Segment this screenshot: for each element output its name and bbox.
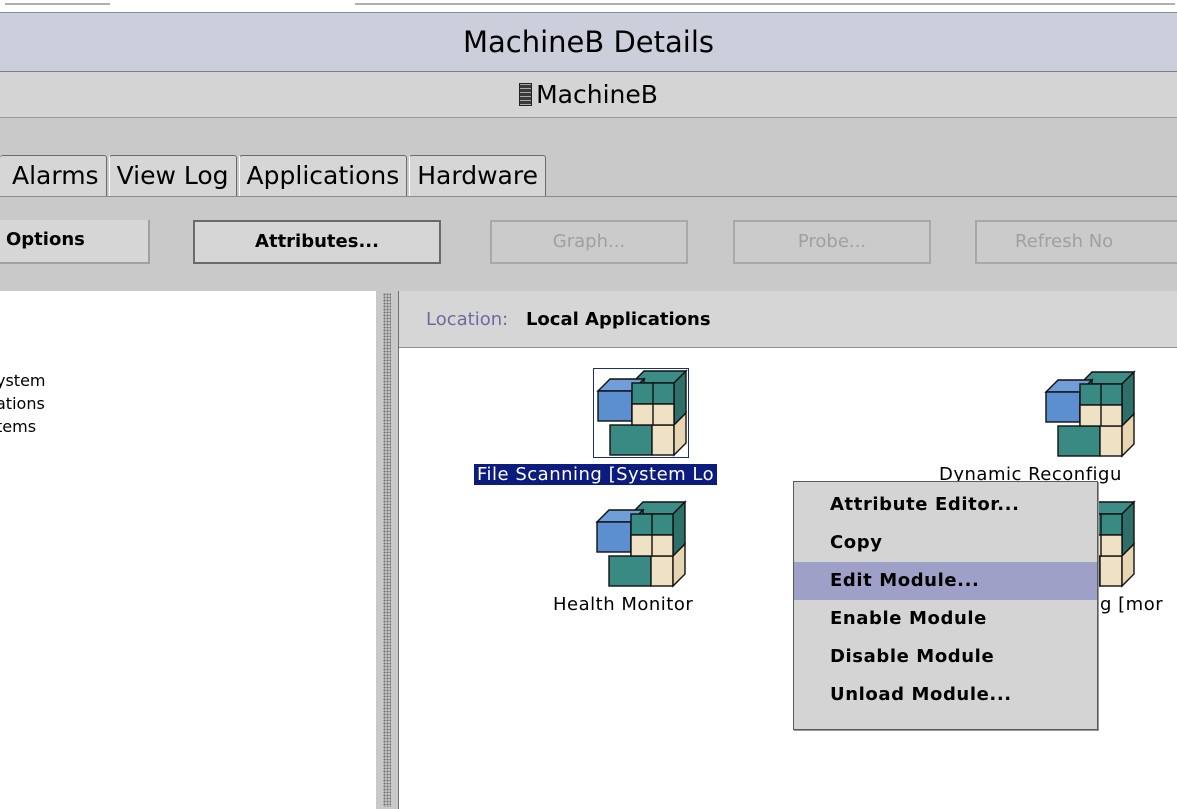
tree-item[interactable]: ystem [0, 369, 46, 392]
tab-label: Hardware [417, 161, 538, 190]
module-cube-icon [593, 500, 689, 590]
module-cube-icon [1042, 370, 1138, 460]
tab-label: Alarms [12, 161, 99, 190]
module-label: Health Monitor [553, 594, 694, 615]
attributes-button[interactable]: Attributes... [193, 220, 441, 264]
menu-item-disable-module[interactable]: Disable Module [794, 638, 1097, 676]
host-label: MachineB [536, 80, 658, 109]
context-menu: Attribute Editor... Copy Edit Module... … [793, 481, 1098, 730]
tree-item[interactable]: ations [0, 392, 46, 415]
tree-item[interactable]: tems [0, 415, 46, 438]
options-button[interactable]: Options [0, 220, 150, 264]
panel-splitter[interactable] [376, 291, 398, 809]
window-title-bar: MachineB Details [0, 12, 1177, 72]
menu-item-attribute-editor[interactable]: Attribute Editor... [794, 486, 1097, 524]
tab-view-log[interactable]: View Log [108, 155, 237, 196]
location-value: Local Applications [525, 309, 711, 330]
tab-label: View Log [116, 161, 229, 190]
tab-hardware[interactable]: Hardware [409, 155, 546, 196]
menu-item-edit-module[interactable]: Edit Module... [794, 562, 1097, 600]
tab-alarms[interactable]: Alarms [0, 155, 107, 196]
tab-applications[interactable]: Applications [238, 155, 408, 196]
server-icon [519, 83, 533, 106]
graph-button[interactable]: Graph... [490, 220, 688, 264]
location-label: Location: [426, 309, 509, 330]
tree-list: ystem ations tems [0, 369, 46, 438]
tab-label: Applications [246, 161, 400, 190]
module-cube-icon [593, 368, 689, 458]
probe-button[interactable]: Probe... [733, 220, 931, 264]
tab-bar: Alarms View Log Applications Hardware [0, 150, 548, 196]
menu-item-enable-module[interactable]: Enable Module [794, 600, 1097, 638]
module-label: g [mor [1100, 594, 1164, 615]
splitter-grip [383, 293, 391, 807]
location-bar: Location: Local Applications [399, 291, 1177, 348]
background-window-strip [0, 0, 1177, 12]
window-title: MachineB Details [462, 25, 715, 59]
menu-item-copy[interactable]: Copy [794, 524, 1097, 562]
tab-divider [0, 196, 1177, 197]
module-label: File Scanning [System Lo [474, 464, 718, 485]
host-bar: MachineB [0, 72, 1177, 118]
refresh-now-button[interactable]: Refresh No [975, 220, 1177, 264]
menu-item-unload-module[interactable]: Unload Module... [794, 676, 1097, 714]
tree-panel: ystem ations tems [0, 291, 377, 809]
